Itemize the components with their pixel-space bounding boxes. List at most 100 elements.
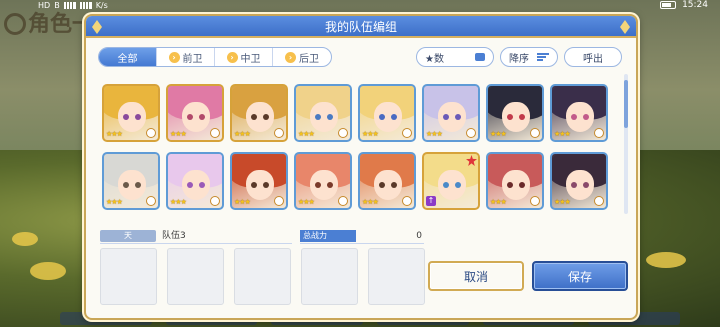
character-eye bbox=[519, 182, 525, 188]
sort-key-button[interactable]: ★数 bbox=[416, 47, 494, 67]
character-eye bbox=[135, 182, 141, 188]
rank-icon bbox=[210, 128, 220, 138]
character-eye bbox=[379, 114, 385, 120]
character-card[interactable]: ★★★ bbox=[166, 84, 224, 142]
status-hd: HD bbox=[38, 1, 51, 10]
character-card[interactable]: ★★★ bbox=[358, 152, 416, 210]
team-slot[interactable] bbox=[100, 248, 157, 305]
tab-front[interactable]: › 前卫 bbox=[157, 48, 215, 66]
chevron-right-icon: › bbox=[168, 51, 180, 63]
character-eye bbox=[327, 114, 333, 120]
status-speed: K/s bbox=[95, 1, 108, 10]
chevron-right-icon: › bbox=[226, 51, 238, 63]
team-slot[interactable] bbox=[368, 248, 425, 305]
call-button[interactable]: 呼出 bbox=[564, 47, 622, 67]
team-slot[interactable] bbox=[234, 248, 291, 305]
total-power-label: 总战力 bbox=[300, 230, 356, 242]
character-card[interactable]: ★★★ bbox=[486, 84, 544, 142]
character-eye bbox=[583, 182, 589, 188]
tab-back-label: 后卫 bbox=[299, 53, 319, 65]
tab-back[interactable]: › 后卫 bbox=[273, 48, 331, 66]
team-slots bbox=[100, 248, 425, 305]
star-rating: ★★★ bbox=[170, 198, 187, 206]
scrollbar-thumb[interactable] bbox=[624, 80, 628, 128]
cancel-button[interactable]: 取消 bbox=[428, 261, 524, 291]
tab-front-label: 前卫 bbox=[182, 53, 203, 65]
logo-swirl-icon bbox=[4, 13, 26, 35]
character-eye bbox=[391, 182, 397, 188]
character-eye bbox=[135, 114, 141, 120]
character-eye bbox=[455, 182, 461, 188]
star-rating: ★★★ bbox=[490, 198, 507, 206]
character-card[interactable]: ★★★ bbox=[166, 152, 224, 210]
position-filter-tabs: 全部 › 前卫 › 中卫 › 后卫 bbox=[98, 47, 332, 67]
sort-order-label: 降序 bbox=[509, 53, 529, 65]
rank-icon bbox=[146, 128, 156, 138]
character-card[interactable]: ★★★ bbox=[102, 152, 160, 210]
character-card[interactable]: ★★★ bbox=[294, 84, 352, 142]
tab-all[interactable]: 全部 bbox=[99, 48, 157, 66]
character-card[interactable]: ★★★ bbox=[422, 84, 480, 142]
rank-icon bbox=[466, 128, 476, 138]
status-b: B bbox=[54, 1, 60, 10]
character-eye bbox=[507, 182, 513, 188]
tab-all-label: 全部 bbox=[117, 53, 138, 65]
sort-key-label: ★数 bbox=[425, 53, 444, 65]
save-button[interactable]: 保存 bbox=[532, 261, 628, 291]
background-flower bbox=[646, 252, 686, 268]
character-eye bbox=[571, 114, 577, 120]
character-eye bbox=[443, 114, 449, 120]
character-card[interactable]: ↑ bbox=[422, 152, 480, 210]
character-eye bbox=[583, 114, 589, 120]
character-card[interactable]: ★★★ bbox=[294, 152, 352, 210]
status-bar: HD B K/s 15:24 bbox=[0, 0, 720, 12]
rank-icon bbox=[402, 128, 412, 138]
star-rating: ★★★ bbox=[298, 130, 315, 138]
team-info-row: 天 队伍3 总战力 0 bbox=[100, 230, 620, 244]
character-card[interactable]: ★★★ bbox=[550, 84, 608, 142]
background-flower bbox=[30, 262, 66, 280]
character-card[interactable]: ★★★ bbox=[550, 152, 608, 210]
team-slot[interactable] bbox=[167, 248, 224, 305]
team-name-field: 天 队伍3 bbox=[100, 230, 292, 244]
character-eye bbox=[315, 182, 321, 188]
character-eye bbox=[571, 182, 577, 188]
rank-icon bbox=[338, 196, 348, 206]
star-rating: ★★★ bbox=[426, 130, 443, 138]
character-eye bbox=[455, 114, 461, 120]
tab-middle[interactable]: › 中卫 bbox=[215, 48, 273, 66]
rank-icon bbox=[402, 196, 412, 206]
character-eye bbox=[187, 182, 193, 188]
character-card[interactable]: ★★★ bbox=[230, 84, 288, 142]
tab-middle-label: 中卫 bbox=[240, 53, 261, 65]
character-eye bbox=[327, 182, 333, 188]
character-card[interactable]: ★★★ bbox=[230, 152, 288, 210]
team-tag: 天 bbox=[100, 230, 156, 242]
character-eye bbox=[315, 114, 321, 120]
character-card[interactable]: ★★★ bbox=[486, 152, 544, 210]
team-slot[interactable] bbox=[301, 248, 358, 305]
character-grid: ★★★ ★★★ ★★★ ★★★ ★★★ ★★★ ★★★ ★★★ ★★★ ★★★ ★★★ ★★★ ★★★ ↑… bbox=[100, 74, 620, 218]
star-rating: ★★★ bbox=[362, 198, 379, 206]
character-eye bbox=[379, 182, 385, 188]
character-eye bbox=[199, 182, 205, 188]
star-rating: ★★★ bbox=[362, 130, 379, 138]
character-eye bbox=[443, 182, 449, 188]
character-eye bbox=[507, 114, 513, 120]
character-eye bbox=[123, 182, 129, 188]
character-card[interactable]: ★★★ bbox=[358, 84, 416, 142]
character-card[interactable]: ★★★ bbox=[102, 84, 160, 142]
upgrade-mark-icon: ↑ bbox=[426, 196, 436, 206]
filter-bar: 全部 › 前卫 › 中卫 › 后卫 ★数 降序 呼出 bbox=[98, 47, 626, 69]
signal-icon bbox=[63, 2, 76, 9]
rank-icon bbox=[210, 196, 220, 206]
signal-icon bbox=[79, 2, 92, 9]
rank-icon bbox=[274, 196, 284, 206]
dialog-title: 我的队伍编组 bbox=[86, 16, 636, 38]
total-power-field: 总战力 0 bbox=[300, 230, 424, 244]
star-rating: ★★★ bbox=[170, 130, 187, 138]
star-rating: ★★★ bbox=[554, 198, 571, 206]
sort-order-icon bbox=[537, 53, 549, 61]
star-rating: ★★★ bbox=[234, 130, 251, 138]
sort-order-button[interactable]: 降序 bbox=[500, 47, 558, 67]
